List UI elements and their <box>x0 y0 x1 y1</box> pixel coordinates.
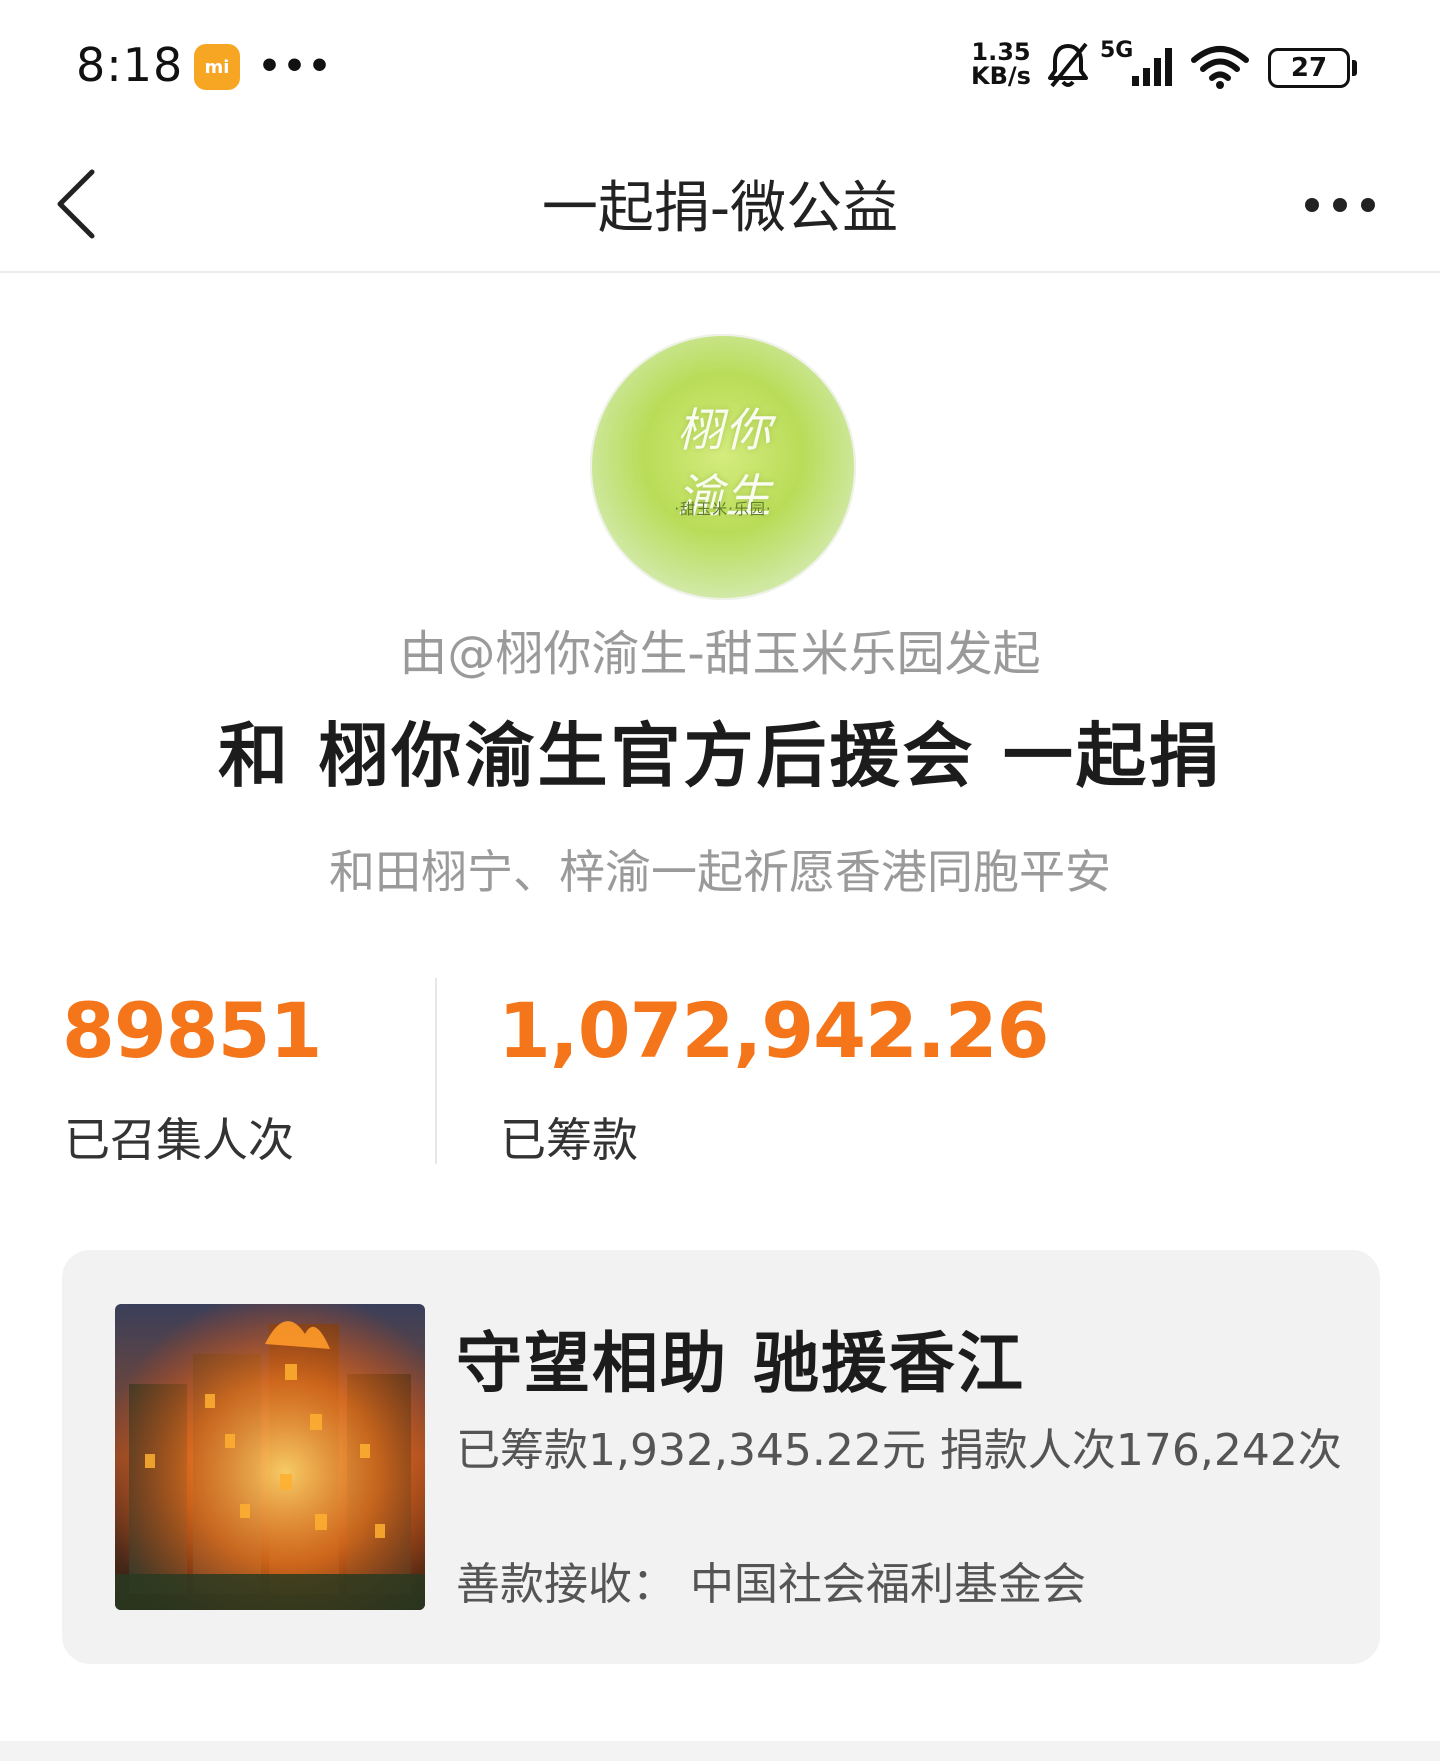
title-bar: 一起捐-微公益 <box>0 135 1440 273</box>
campaign-title: 和 栩你渝生官方后援会 一起捐 <box>218 715 1222 797</box>
more-dot-icon <box>1305 198 1319 212</box>
people-count-value: 89851 <box>62 986 322 1075</box>
wifi-icon <box>1191 46 1249 89</box>
status-bar: 8:18 mi ••• 1.35 KB/s 5G 27 <box>0 0 1440 135</box>
amount-raised-value: 1,072,942.26 <box>498 986 1050 1075</box>
project-title: 守望相助 驰援香江 <box>456 1325 1025 1402</box>
project-card[interactable]: 守望相助 驰援香江 已筹款1,932,345.22元 捐款人次176,242次 … <box>62 1250 1380 1664</box>
notification-more-icon: ••• <box>258 46 334 87</box>
network-speed-value: 1.35 <box>971 38 1031 66</box>
project-thumbnail <box>115 1304 425 1610</box>
network-speed-unit: KB/s <box>971 62 1031 90</box>
network-type-label: 5G <box>1100 38 1134 63</box>
mi-app-icon: mi <box>194 44 240 90</box>
more-dot-icon <box>1361 198 1375 212</box>
more-options-button[interactable] <box>1290 177 1390 233</box>
amount-raised-label: 已筹款 <box>500 1113 638 1167</box>
initiator-avatar[interactable]: 栩你渝生 ·甜玉米·乐园· <box>590 334 856 600</box>
fire-building-image <box>115 1304 425 1610</box>
network-speed: 1.35 KB/s <box>966 40 1036 88</box>
battery-tip <box>1352 60 1357 76</box>
avatar-sub-text: ·甜玉米·乐园· <box>674 500 772 518</box>
people-count-label: 已召集人次 <box>64 1113 294 1167</box>
initiator-text[interactable]: 由@栩你渝生-甜玉米乐园发起 <box>0 614 1440 684</box>
campaign-subtitle: 和田栩宁、梓渝一起祈愿香港同胞平安 <box>329 845 1111 899</box>
status-time: 8:18 <box>76 38 184 92</box>
battery-icon: 27 <box>1268 48 1350 88</box>
battery-level: 27 <box>1290 53 1328 83</box>
project-stats: 已筹款1,932,345.22元 捐款人次176,242次 <box>456 1425 1342 1476</box>
project-receiver: 善款接收： 中国社会福利基金会 <box>456 1559 1086 1610</box>
stats-divider <box>435 978 437 1164</box>
cell-signal-icon <box>1132 48 1172 86</box>
bell-muted-icon <box>1048 42 1088 88</box>
bottom-divider <box>0 1741 1440 1761</box>
page-title: 一起捐-微公益 <box>541 175 899 241</box>
more-dot-icon <box>1333 198 1347 212</box>
